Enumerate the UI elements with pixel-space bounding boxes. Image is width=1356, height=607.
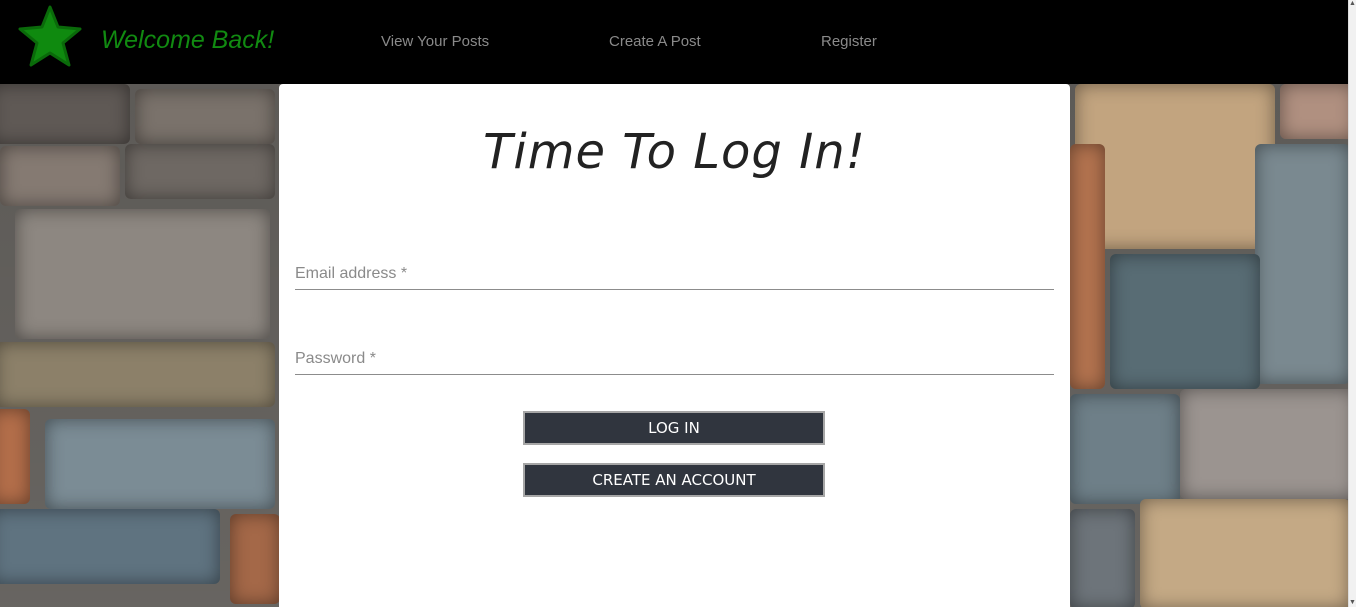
- nav-link-create-post[interactable]: Create A Post: [609, 33, 701, 50]
- nav-link-view-posts[interactable]: View Your Posts: [381, 33, 489, 50]
- email-field[interactable]: [295, 259, 1054, 290]
- password-input[interactable]: [295, 344, 1054, 374]
- top-navbar: Welcome Back! View Your Posts Create A P…: [0, 0, 1349, 84]
- login-button[interactable]: LOG IN: [523, 411, 825, 445]
- scroll-down-icon[interactable]: ▼: [1349, 599, 1356, 607]
- star-icon[interactable]: [17, 5, 83, 69]
- page-title: Time To Log In!: [483, 124, 866, 180]
- nav-link-register[interactable]: Register: [821, 33, 877, 50]
- scroll-up-icon[interactable]: ▲: [1349, 0, 1356, 8]
- password-field[interactable]: [295, 344, 1054, 375]
- page-scrollbar[interactable]: ▲ ▼: [1348, 0, 1356, 607]
- login-card: Time To Log In! LOG IN CREATE AN ACCOUNT: [279, 84, 1070, 607]
- brand-title: Welcome Back!: [101, 26, 275, 54]
- create-account-button[interactable]: CREATE AN ACCOUNT: [523, 463, 825, 497]
- email-input[interactable]: [295, 259, 1054, 289]
